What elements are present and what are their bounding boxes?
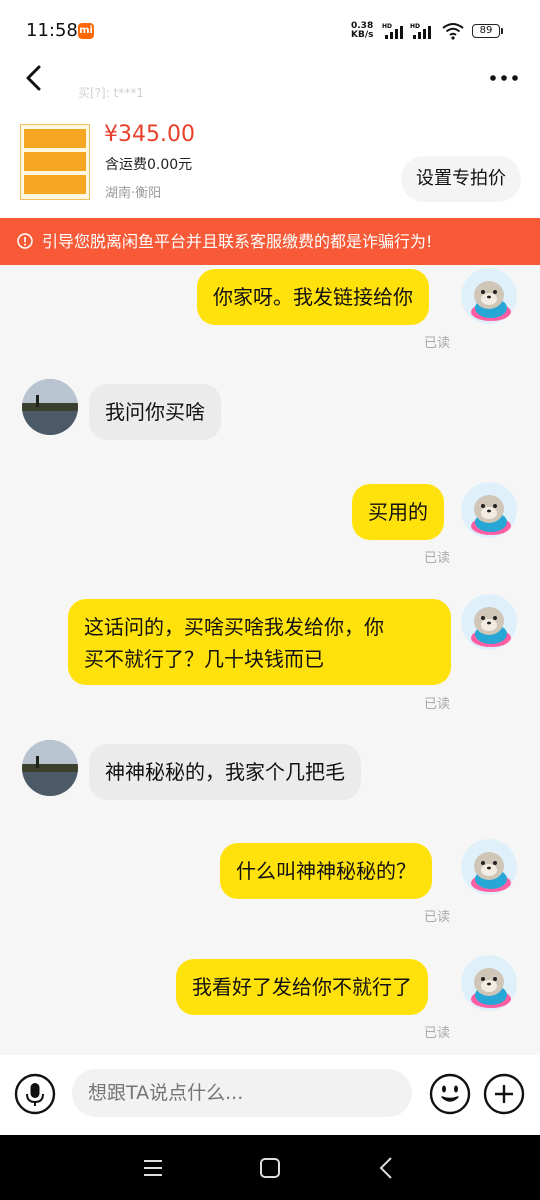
home-square-icon[interactable] — [255, 1153, 285, 1183]
menu-icon[interactable] — [138, 1153, 168, 1183]
set-special-price-button[interactable]: 设置专拍价 — [401, 156, 521, 202]
message-bubble-sent[interactable]: 这话问的，买啥买啥我发给你，你 买不就行了？几十块钱而已 — [68, 599, 451, 685]
wifi-icon — [442, 23, 464, 40]
message-bubble-sent[interactable]: 什么叫神神秘秘的？ — [220, 843, 432, 899]
product-location: 湖南·衡阳 — [105, 186, 162, 201]
read-status: 已读 — [424, 1026, 451, 1041]
back-chevron-icon[interactable] — [372, 1153, 402, 1183]
chat-messages[interactable]: 你家呀。我发链接给你 已读 我问你买啥 买用的 已读 这话问的，买啥买啥我发给你… — [0, 265, 540, 1055]
product-thumbnail[interactable] — [20, 124, 90, 200]
message-bubble-received[interactable]: 我问你买啥 — [89, 384, 221, 440]
product-price: ¥345.00 — [104, 122, 195, 147]
fraud-warning-banner: 引导您脱离闲鱼平台并且联系客服缴费的都是诈骗行为! — [0, 218, 540, 265]
network-speed-unit: KB/s — [351, 30, 374, 40]
fraud-warning-text: 引导您脱离闲鱼平台并且联系客服缴费的都是诈骗行为! — [42, 232, 433, 251]
signal-icon-2: HD — [410, 23, 431, 39]
my-avatar[interactable] — [461, 268, 517, 324]
battery-indicator: 89 — [472, 24, 500, 38]
message-line: 这话问的，买啥买啥我发给你，你 — [84, 615, 384, 639]
contact-avatar[interactable] — [22, 379, 78, 435]
system-nav-bar — [0, 1135, 540, 1200]
contact-avatar[interactable] — [22, 740, 78, 796]
my-avatar[interactable] — [461, 482, 517, 538]
product-shipping: 含运费0.00元 — [105, 157, 193, 173]
plus-icon[interactable] — [483, 1073, 525, 1115]
emoji-icon[interactable] — [429, 1073, 471, 1115]
status-time: 11:58 — [26, 20, 78, 41]
message-bubble-sent[interactable]: 你家呀。我发链接给你 — [197, 269, 429, 325]
signal-icon: HD — [382, 23, 403, 39]
message-bubble-sent[interactable]: 我看好了发给你不就行了 — [176, 959, 428, 1015]
message-input[interactable] — [72, 1069, 412, 1117]
carrier-badge: mi — [78, 23, 94, 39]
svg-text:HD: HD — [410, 23, 420, 30]
back-arrow-icon[interactable] — [18, 62, 50, 94]
status-bar: 11:58 mi 0.38 KB/s HD HD 89 — [0, 0, 540, 62]
my-avatar[interactable] — [461, 839, 517, 895]
svg-text:HD: HD — [382, 23, 392, 30]
message-input-bar — [0, 1055, 540, 1135]
read-status: 已读 — [424, 697, 451, 712]
my-avatar[interactable] — [461, 955, 517, 1011]
product-card[interactable]: ¥345.00 含运费0.00元 湖南·衡阳 设置专拍价 — [0, 102, 540, 218]
read-status: 已读 — [424, 336, 451, 351]
network-speed: 0.38 KB/s — [351, 22, 381, 40]
microphone-icon[interactable] — [14, 1073, 56, 1115]
contact-subtitle: 买[?]: t***1 — [78, 86, 144, 100]
more-dots-icon[interactable] — [488, 68, 520, 88]
my-avatar[interactable] — [461, 594, 517, 650]
info-circle-icon — [17, 233, 33, 249]
chat-header: 买[?]: t***1 — [0, 62, 540, 102]
battery-tip — [501, 28, 503, 34]
read-status: 已读 — [424, 551, 451, 566]
message-line: 买不就行了？几十块钱而已 — [84, 647, 324, 671]
message-bubble-received[interactable]: 神神秘秘的，我家个几把毛 — [89, 744, 361, 800]
message-bubble-sent[interactable]: 买用的 — [352, 484, 444, 540]
read-status: 已读 — [424, 910, 451, 925]
